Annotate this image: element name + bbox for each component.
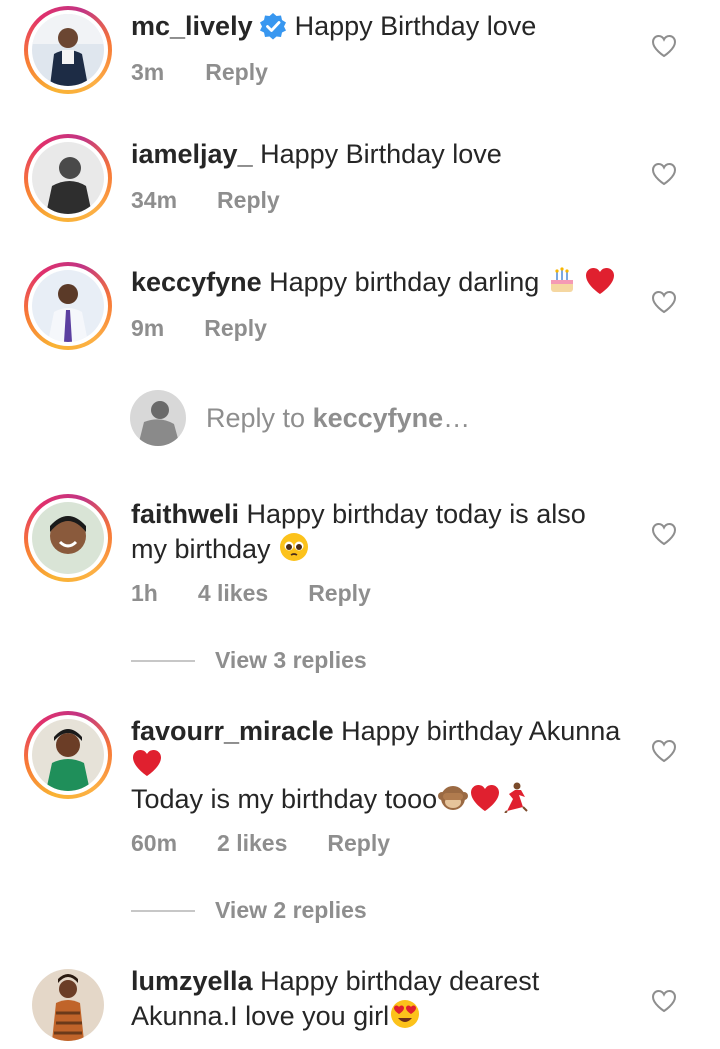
- like-heart-icon[interactable]: [651, 34, 677, 58]
- comment-text: Happy birthday Akunna: [341, 716, 621, 746]
- comment-text: Happy Birthday love: [294, 11, 537, 41]
- like-heart-icon[interactable]: [651, 522, 677, 546]
- comment-text: Happy Birthday love: [260, 139, 502, 169]
- reply-button[interactable]: Reply: [205, 59, 268, 86]
- own-avatar: [130, 390, 186, 446]
- avatar[interactable]: [24, 961, 112, 1049]
- avatar[interactable]: [24, 262, 112, 350]
- like-heart-icon[interactable]: [651, 989, 677, 1013]
- red-heart-emoji-icon: [133, 750, 161, 776]
- comment-text: Happy birthday darling: [269, 267, 540, 297]
- comment-text-line2: Akunna.I love you girl: [131, 1001, 390, 1031]
- username[interactable]: favourr_miracle: [131, 716, 334, 746]
- username[interactable]: keccyfyne: [131, 267, 262, 297]
- verified-badge-icon: [259, 13, 286, 40]
- avatar[interactable]: [24, 134, 112, 222]
- comment-text: Happy birthday dearest: [260, 966, 540, 996]
- timestamp: 60m: [131, 830, 178, 856]
- pleading-face-emoji-icon: [280, 533, 309, 561]
- likes-count[interactable]: 4 likes: [198, 580, 268, 607]
- reply-username: keccyfyne: [312, 402, 444, 433]
- username[interactable]: faithweli: [131, 499, 239, 529]
- reply-button[interactable]: Reply: [308, 580, 371, 607]
- timestamp: 3m: [131, 59, 165, 85]
- like-heart-icon[interactable]: [651, 290, 677, 314]
- username[interactable]: lumzyella: [131, 966, 253, 996]
- reply-button[interactable]: Reply: [327, 830, 390, 857]
- avatar[interactable]: [24, 6, 112, 94]
- timestamp: 9m: [131, 315, 165, 341]
- username[interactable]: mc_lively: [131, 11, 253, 41]
- view-replies-button[interactable]: View 3 replies: [131, 647, 367, 674]
- reply-button[interactable]: Reply: [204, 315, 267, 342]
- dancer-emoji-icon: [504, 782, 528, 813]
- reply-input[interactable]: Reply to keccyfyne…: [130, 390, 470, 446]
- likes-count[interactable]: 2 likes: [217, 830, 287, 857]
- red-heart-emoji-icon: [586, 268, 615, 294]
- timestamp: 34m: [131, 187, 178, 213]
- comment-text-line2: my birthday: [131, 534, 271, 564]
- birthday-cake-emoji-icon: [550, 267, 573, 292]
- view-replies-button[interactable]: View 2 replies: [131, 897, 367, 924]
- red-heart-emoji-icon: [471, 785, 500, 811]
- comment-text: Happy birthday today is also: [246, 499, 586, 529]
- comment-text-line2: Today is my birthday tooo: [131, 784, 438, 814]
- like-heart-icon[interactable]: [651, 739, 677, 763]
- avatar[interactable]: [24, 494, 112, 582]
- timestamp: 1h: [131, 580, 158, 606]
- divider: [131, 909, 195, 912]
- heart-eyes-emoji-icon: [391, 1000, 420, 1028]
- reply-button[interactable]: Reply: [217, 187, 280, 214]
- username[interactable]: iameljay_: [131, 139, 253, 169]
- divider: [131, 659, 195, 662]
- like-heart-icon[interactable]: [651, 162, 677, 186]
- reply-ellipsis: …: [443, 402, 471, 433]
- reply-prefix: Reply to: [206, 402, 313, 433]
- see-no-evil-monkey-emoji-icon: [438, 786, 469, 810]
- avatar[interactable]: [24, 711, 112, 799]
